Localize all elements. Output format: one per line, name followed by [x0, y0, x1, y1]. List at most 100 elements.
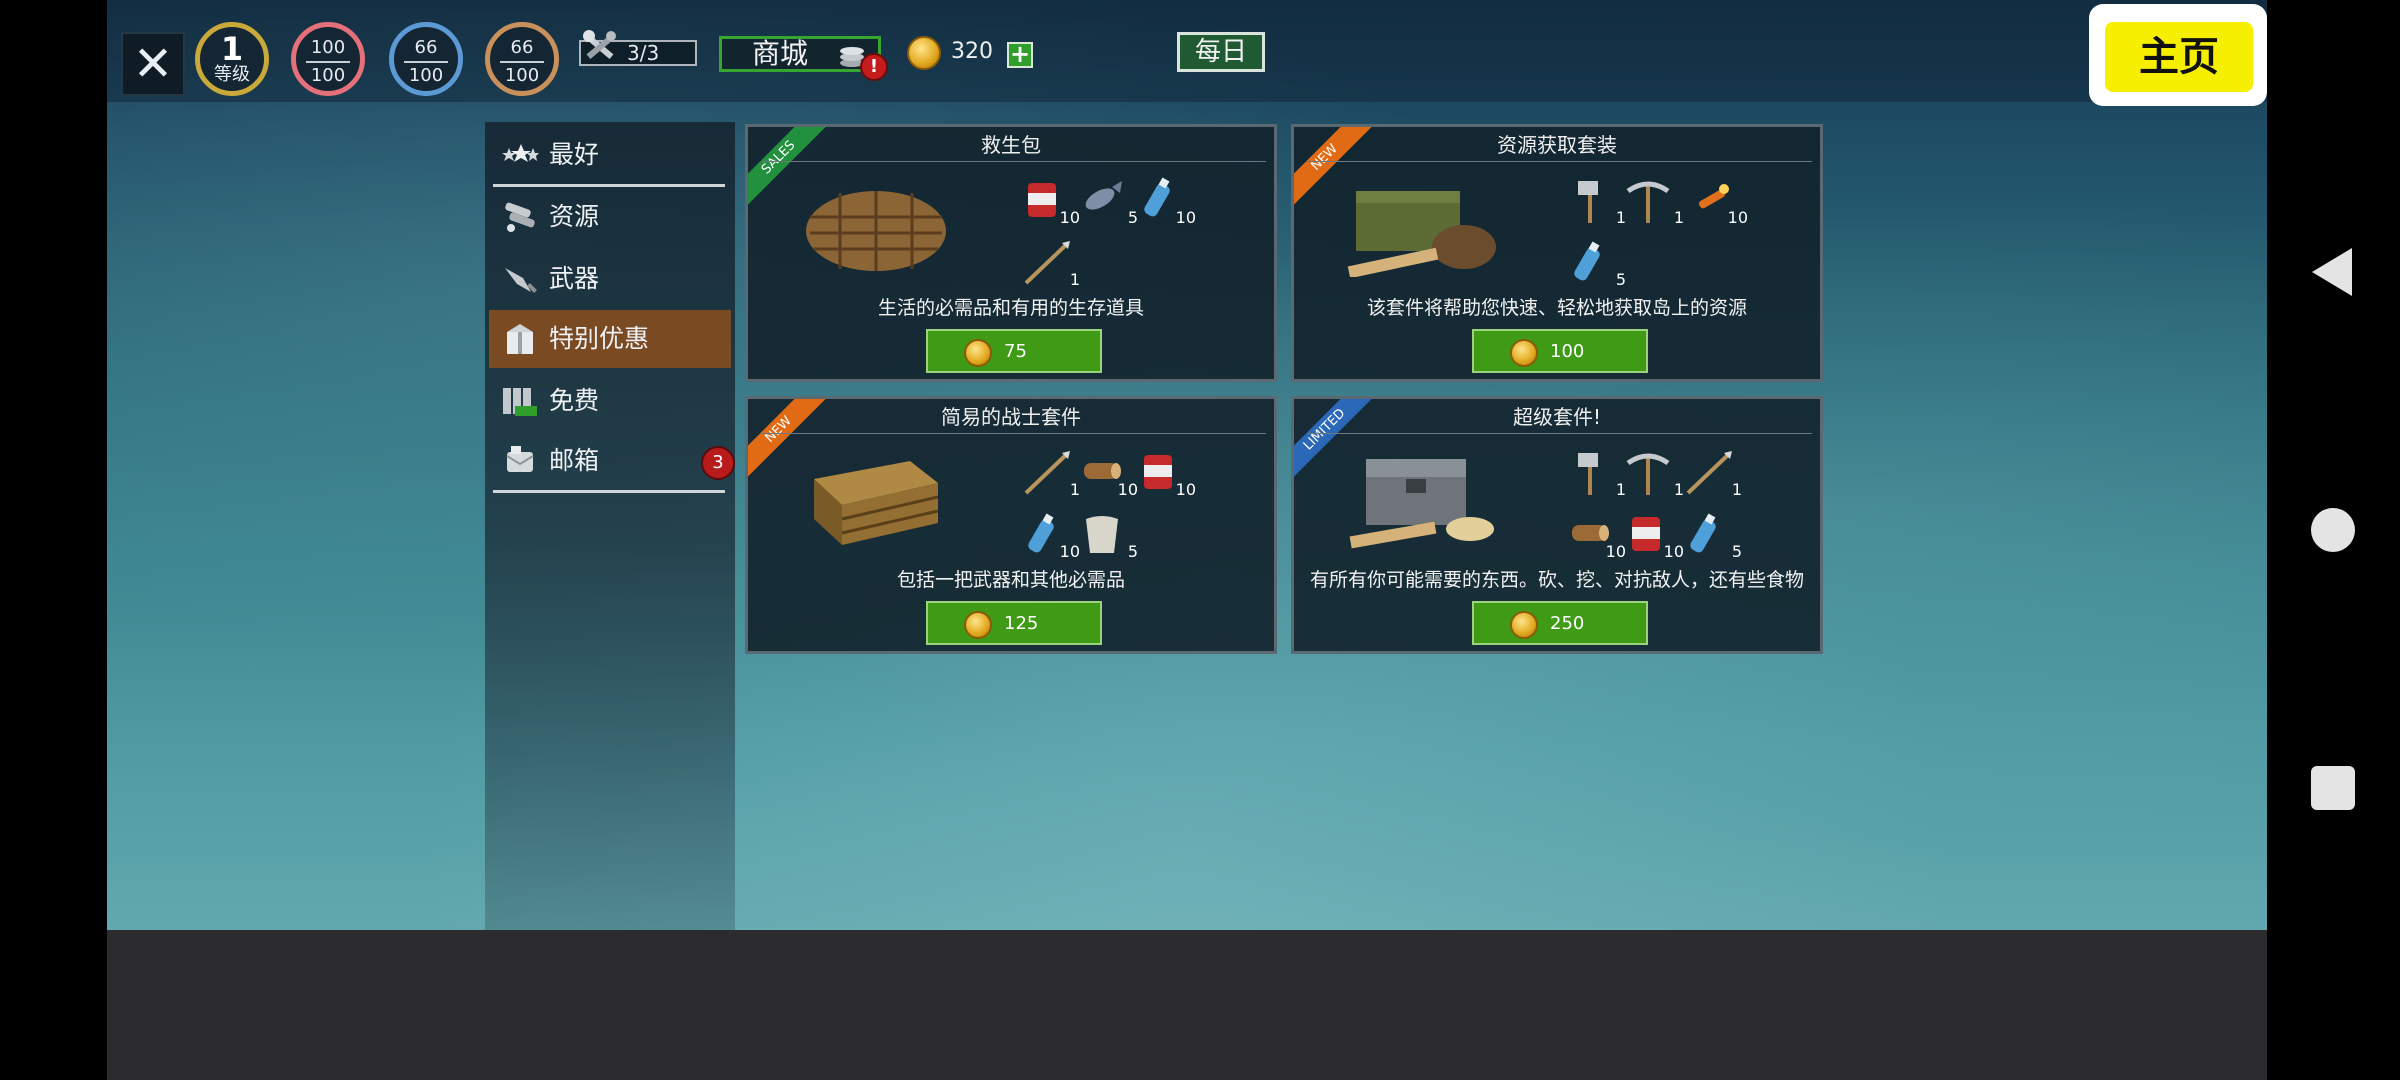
fish-icon [1085, 181, 1122, 210]
food-max: 100 [504, 65, 540, 86]
home-button[interactable]: 主页 [2089, 4, 2267, 106]
offer-title: 超级套件! [1512, 405, 1602, 429]
tools-icon [583, 30, 616, 59]
offer-description: 包括一把武器和其他必需品 [896, 569, 1125, 591]
offer-item: 10 [1690, 177, 1748, 227]
offer-item: 10 [1568, 511, 1626, 561]
mailbox-icon [506, 446, 534, 472]
cloth-icon [1086, 516, 1118, 553]
offer-item: 5 [1684, 511, 1742, 561]
gold-value: 320 [951, 39, 993, 64]
offer-item: 5 [1568, 239, 1626, 289]
offer-description: 有所有你可能需要的东西。砍、挖、对抗敌人，还有些食物 [1309, 569, 1804, 591]
spear-icon [1024, 451, 1070, 495]
spear-icon [1024, 241, 1070, 285]
sidebar-item-label: 资源 [549, 202, 600, 231]
sidebar-item-resources[interactable]: 资源 [489, 188, 731, 246]
offer-item: 1 [1684, 449, 1742, 499]
offer-item: 10 [1022, 511, 1080, 561]
gold-coin-icon [1510, 611, 1538, 639]
offer-item: 10 [1626, 511, 1684, 561]
gold-coin-icon [1510, 339, 1538, 367]
gold-coin-icon [964, 611, 992, 639]
offer-title: 简易的战士套件 [941, 405, 1081, 429]
sidebar-item-label: 武器 [549, 264, 600, 293]
offer-description: 该套件将帮助您快速、轻松地获取岛上的资源 [1366, 297, 1747, 319]
nav-home-icon[interactable] [2311, 508, 2355, 552]
level-label: 等级 [214, 64, 250, 85]
mailbox-badge: 3 [701, 446, 735, 480]
offer-item: 5 [1080, 177, 1138, 227]
buy-button[interactable]: 125 [926, 601, 1102, 645]
price-value: 75 [1004, 341, 1027, 362]
axe-icon [1578, 453, 1598, 495]
spear-icon [1686, 451, 1732, 495]
offer-item: 1 [1626, 177, 1684, 227]
buy-button[interactable]: 75 [926, 329, 1102, 373]
water-indicator: 66 100 [389, 22, 463, 96]
offer-card-resource-kit[interactable]: NEW 资源获取套装 1 1 10 5 该套件将帮助您快速、轻松地获取岛上的资源… [1291, 124, 1823, 382]
offer-card-super-kit[interactable]: LIMITED 超级套件! 1 1 1 10 10 5 有所有你可能需要的东西。… [1291, 396, 1823, 654]
offer-item: 10 [1138, 177, 1196, 227]
water-bottle-icon [1690, 513, 1716, 553]
price-value: 100 [1550, 341, 1585, 362]
canned-food-icon [1632, 517, 1660, 551]
offer-card-warrior-kit[interactable]: NEW 简易的战士套件 1 10 10 10 5 包括一把武器和其他必需品 12… [745, 396, 1277, 654]
screen: ✕ 1 等级 100 100 66 100 66 100 3/3 商城 ! 32… [0, 0, 2400, 1080]
offer-card-survival-pack[interactable]: SALES 救生包 10 5 10 1 生活的必需品和有用的生存道具 75 [745, 124, 1277, 382]
offer-item: 1 [1568, 449, 1626, 499]
free-icon [503, 388, 537, 416]
offer-item: 10 [1138, 449, 1196, 499]
nav-recents-icon[interactable] [2311, 766, 2355, 810]
close-button[interactable]: ✕ [121, 32, 185, 96]
sidebar-item-label: 特别优惠 [549, 324, 650, 353]
offer-item: 10 [1022, 177, 1080, 227]
lobster-trap-icon [806, 191, 946, 271]
sidebar-item-label: 免费 [549, 386, 600, 415]
shop-label: 商城 [752, 37, 809, 70]
health-current: 100 [310, 37, 346, 58]
weapon-icon [505, 268, 537, 293]
canned-food-icon [1028, 183, 1056, 217]
home-button-label: 主页 [2105, 22, 2253, 92]
sidebar-item-free[interactable]: 免费 [489, 372, 731, 430]
price-value: 250 [1550, 613, 1585, 634]
nav-back-icon[interactable] [2312, 248, 2352, 296]
wooden-crate-icon [814, 461, 939, 545]
gift-box-icon [507, 324, 533, 354]
water-current: 66 [414, 37, 438, 58]
daily-button[interactable]: 每日 [1177, 32, 1265, 72]
level-indicator: 1 等级 [195, 22, 269, 96]
canned-food-icon [1144, 455, 1172, 489]
gold-coin-icon [907, 36, 941, 70]
close-icon: ✕ [132, 36, 174, 92]
offer-item: 1 [1022, 239, 1080, 289]
offer-title: 救生包 [981, 133, 1041, 157]
sidebar-item-weapons[interactable]: 武器 [489, 250, 731, 308]
bottom-panel [107, 930, 2267, 1080]
supply-crate-icon [1347, 191, 1496, 277]
sidebar-item-special-offers[interactable]: 特别优惠 [489, 310, 731, 368]
game-view: ✕ 1 等级 100 100 66 100 66 100 3/3 商城 ! 32… [107, 0, 2267, 930]
axe-icon [1578, 181, 1598, 223]
buy-button[interactable]: 100 [1472, 329, 1648, 373]
tools-value: 3/3 [627, 41, 660, 65]
add-gold-button[interactable]: + [1007, 42, 1033, 68]
offer-item: 1 [1626, 449, 1684, 499]
sidebar-item-mailbox[interactable]: 邮箱 3 [489, 432, 735, 490]
pickaxe-icon [1626, 453, 1670, 495]
sidebar-item-best[interactable]: 最好 [489, 126, 731, 184]
pickaxe-icon [1626, 181, 1670, 223]
top-bar: ✕ 1 等级 100 100 66 100 66 100 3/3 商城 ! 32… [107, 0, 2267, 102]
buy-button[interactable]: 250 [1472, 601, 1648, 645]
offer-item: 1 [1568, 177, 1626, 227]
shop-button[interactable]: 商城 ! [719, 36, 888, 81]
water-max: 100 [408, 65, 444, 86]
offer-item: 5 [1080, 511, 1138, 561]
health-max: 100 [310, 65, 346, 86]
offer-item: 1 [1022, 449, 1080, 499]
sidebar-item-label: 邮箱 [549, 446, 600, 475]
offer-title: 资源获取套装 [1497, 133, 1617, 157]
sidebar-item-label: 最好 [549, 140, 600, 169]
health-indicator: 100 100 [291, 22, 365, 96]
